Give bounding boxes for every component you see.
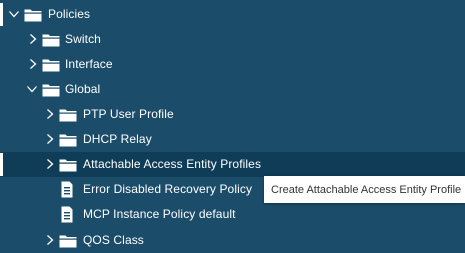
tree-node-qos-class[interactable]: QOS Class: [0, 228, 465, 253]
tree-node-label: Error Disabled Recovery Policy: [83, 182, 253, 196]
tree-node-label: Interface: [65, 57, 113, 71]
tree-node-label: Policies: [48, 7, 91, 21]
policy-tree: Policies Switch Interface Global PTP Use…: [0, 0, 465, 253]
document-icon: [61, 181, 73, 198]
tooltip: Create Attachable Access Entity Profile: [264, 176, 465, 203]
tree-node-label: QOS Class: [83, 233, 144, 247]
tree-node-global[interactable]: Global: [0, 77, 465, 102]
hover-indicator: [0, 153, 3, 176]
chevron-down-icon[interactable]: [8, 8, 20, 20]
chevron-right-icon[interactable]: [27, 58, 39, 70]
folder-icon: [42, 33, 60, 47]
document-icon: [61, 206, 73, 223]
tree-node-switch[interactable]: Switch: [0, 27, 465, 52]
chevron-right-icon[interactable]: [27, 33, 39, 45]
tree-node-ptp-user-profile[interactable]: PTP User Profile: [0, 102, 465, 127]
tooltip-text: Create Attachable Access Entity Profile: [271, 183, 462, 196]
folder-icon: [59, 158, 77, 172]
folder-icon: [59, 108, 77, 122]
folder-icon: [42, 58, 60, 72]
selection-indicator: [0, 3, 3, 26]
tree-node-attachable-access-entity-profiles[interactable]: Attachable Access Entity Profiles: [0, 152, 465, 177]
folder-icon: [59, 133, 77, 147]
chevron-right-icon[interactable]: [44, 133, 56, 145]
chevron-down-icon[interactable]: [26, 83, 38, 95]
chevron-right-icon[interactable]: [44, 108, 56, 120]
chevron-right-icon[interactable]: [44, 158, 56, 170]
tree-node-label: MCP Instance Policy default: [83, 207, 236, 221]
tree-node-policies[interactable]: Policies: [0, 2, 465, 27]
tree-node-label: PTP User Profile: [83, 107, 174, 121]
tree-node-dhcp-relay[interactable]: DHCP Relay: [0, 127, 465, 152]
tree-node-label: Attachable Access Entity Profiles: [83, 157, 262, 171]
tree-node-interface[interactable]: Interface: [0, 52, 465, 77]
tree-node-mcp-instance-policy-default[interactable]: MCP Instance Policy default: [0, 202, 465, 227]
folder-icon: [59, 234, 77, 248]
folder-icon: [42, 83, 60, 97]
chevron-right-icon[interactable]: [44, 234, 56, 246]
folder-icon: [24, 8, 42, 22]
tree-node-label: DHCP Relay: [83, 132, 152, 146]
tree-node-label: Global: [65, 82, 101, 96]
tree-node-label: Switch: [65, 32, 101, 46]
